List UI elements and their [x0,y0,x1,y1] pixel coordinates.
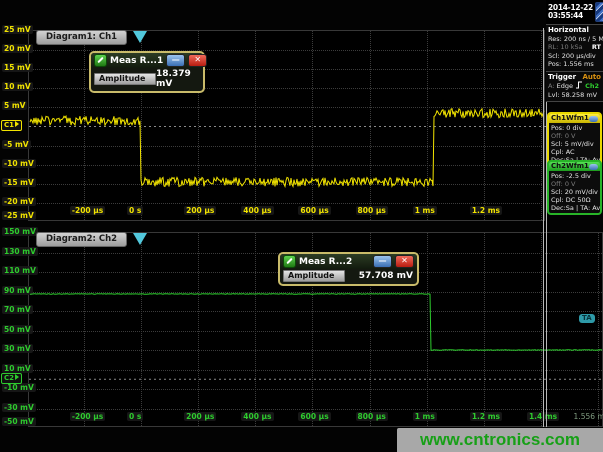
y-axis-tick-label: 5 mV [2,101,27,110]
wfm-setting-line: Scl: 5 mV/div [551,140,598,148]
minimize-oval-icon[interactable] [589,164,598,170]
waveform-trace [30,109,544,187]
channel1-marker-label: C1 [4,121,14,129]
measurement-1-value: 18.379 mV [156,69,199,89]
ch1-waveform-title: Ch1Wfm1 [551,114,589,123]
ch2-waveform-title: Ch2Wfm1 [551,162,589,171]
watermark-text: www.cntronics.com [420,430,580,450]
measurement-icon [94,54,107,67]
y-axis-tick-label: -5 mV [2,140,31,149]
measurement-1-titlebar[interactable]: Meas R...1 — ✕ [91,53,203,68]
oscilloscope-screen: Diagram1: Ch1 Diagram2: Ch2 C1 C2 TA Mea… [0,0,603,452]
ch1-waveform-info-box[interactable]: Ch1Wfm1 Pos: 0 divOff: 0 VScl: 5 mV/divC… [547,112,602,167]
minimize-button[interactable]: — [373,255,392,268]
ch2-waveform-settings: Pos: -2.5 divOff: 0 VScl: 20 mV/divCpl: … [549,171,600,213]
status-sidebar: 2014-12-22 03:55:44 Horizontal Res: 200 … [546,0,603,102]
wfm-setting-line: Off: 0 V [551,132,598,140]
horizontal-record-length: RL: 10 kSa [548,43,583,52]
trigger-level: Lvl: 58.258 mV [548,91,601,100]
wfm-setting-line: Cpl: DC 50Ω [551,196,598,204]
trigger-settings-panel[interactable]: Trigger Auto A: Edge Ch2 Lvl: 58.258 mV [546,72,603,103]
horizontal-scale: Scl: 200 µs/div [548,52,601,61]
measurement-2-body: Amplitude 57.708 mV [280,269,417,284]
ch2-waveform-info-box[interactable]: Ch2Wfm1 Pos: -2.5 divOff: 0 VScl: 20 mV/… [547,160,602,215]
measurement-icon [283,255,296,268]
measurement-result-box-2[interactable]: Meas R...2 — ✕ Amplitude 57.708 mV [278,252,419,286]
trigger-source: Ch2 [585,82,599,90]
realtime-badge: RT [592,43,601,52]
wfm-setting-line: Pos: 0 div [551,124,598,132]
measurement-2-value: 57.708 mV [359,271,413,281]
horizontal-panel-title: Horizontal [548,26,601,35]
horizontal-settings-panel[interactable]: Horizontal Res: 200 ns / 5 MSa/s RL: 10 … [546,25,603,72]
trigger-mode-badge: Auto [582,73,601,82]
trigger-type: Edge [557,82,573,90]
wfm-setting-line: Scl: 20 mV/div [551,188,598,196]
measurement-2-type: Amplitude [283,270,345,282]
measurement-1-type: Amplitude [94,73,156,85]
channel2-marker-label: C2 [4,374,14,382]
tab-diagram2[interactable]: Diagram2: Ch2 [36,232,127,247]
close-button[interactable]: ✕ [188,54,207,67]
channel1-offset-marker[interactable]: C1 [1,120,22,131]
datetime-display: 2014-12-22 03:55:44 [546,0,603,25]
minimize-oval-icon[interactable] [589,116,598,122]
wfm-setting-line: Pos: -2.5 div [551,172,598,180]
grid-right-divider [543,28,544,427]
trigger-position-marker-diagram2[interactable] [133,233,147,245]
wfm-setting-line: Off: 0 V [551,180,598,188]
waveform-trace [30,294,602,351]
measurement-2-titlebar[interactable]: Meas R...2 — ✕ [280,254,417,269]
measurement-1-title: Meas R...1 [110,56,163,66]
measurement-2-title: Meas R...2 [299,257,370,267]
rohde-schwarz-logo [595,2,603,22]
ch1-waveform-settings: Pos: 0 divOff: 0 VScl: 5 mV/divCpl: ACDe… [549,123,600,165]
trigger-event-prefix: A: [548,82,555,90]
close-button[interactable]: ✕ [395,255,414,268]
wfm-setting-line: Dec:Sa | TA: Av [551,204,598,212]
channel-marker-arrow-icon [15,374,19,380]
horizontal-resolution: Res: 200 ns / 5 MSa/s [548,35,601,44]
trigger-panel-title: Trigger [548,73,576,82]
measurement-result-box-1[interactable]: Meas R...1 — ✕ Amplitude 18.379 mV [89,51,205,93]
minimize-button[interactable]: — [166,54,185,67]
trace-arithmetic-badge: TA [579,314,595,323]
channel-marker-arrow-icon [15,121,19,127]
watermark-banner: www.cntronics.com [397,428,603,452]
measurement-1-body: Amplitude 18.379 mV [91,68,203,91]
horizontal-position: Pos: 1.556 ms [548,60,601,69]
channel2-offset-marker[interactable]: C2 [1,373,22,384]
trigger-position-marker-diagram1[interactable] [133,31,147,43]
time-label: 03:55:44 [548,12,593,21]
rising-edge-icon [575,81,583,89]
tab-diagram1[interactable]: Diagram1: Ch1 [36,30,127,45]
wfm-setting-line: Cpl: AC [551,148,598,156]
